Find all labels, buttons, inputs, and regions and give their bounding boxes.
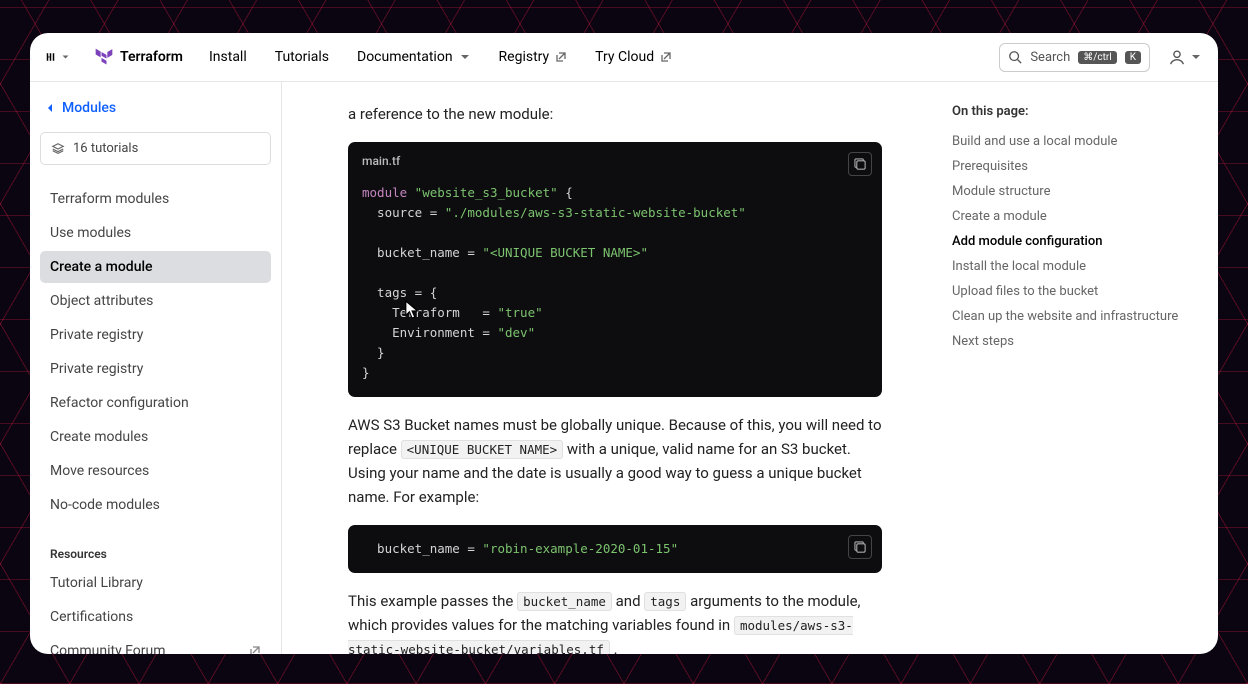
chevron-down-icon xyxy=(459,51,471,63)
intro-text: a reference to the new module: xyxy=(348,102,882,126)
sidebar-resource-item[interactable]: Certifications xyxy=(40,601,271,633)
sidebar-item[interactable]: Terraform modules xyxy=(40,183,271,215)
resources-heading: Resources xyxy=(40,539,271,567)
sidebar-item[interactable]: Private registry xyxy=(40,319,271,351)
code-content: module "website_s3_bucket" { source = ".… xyxy=(348,175,882,397)
table-of-contents: On this page: Build and use a local modu… xyxy=(932,82,1212,654)
nav-documentation[interactable]: Documentation xyxy=(347,49,481,65)
sidebar-item[interactable]: Refactor configuration xyxy=(40,387,271,419)
external-link-icon xyxy=(555,51,567,63)
nav-registry[interactable]: Registry xyxy=(489,49,578,65)
toc-heading: On this page: xyxy=(952,104,1192,119)
toc-item[interactable]: Create a module xyxy=(952,204,1192,229)
code-filename: main.tf xyxy=(348,142,882,175)
sidebar-item[interactable]: No-code modules xyxy=(40,489,271,521)
toc-item[interactable]: Module structure xyxy=(952,179,1192,204)
sidebar-item[interactable]: Move resources xyxy=(40,455,271,487)
copy-code-button[interactable] xyxy=(848,535,872,559)
code-content: bucket_name = "robin-example-2020-01-15" xyxy=(348,525,882,573)
copy-icon xyxy=(854,158,867,171)
user-menu[interactable] xyxy=(1168,48,1202,66)
sidebar-resource-item[interactable]: Community Forum xyxy=(40,635,271,654)
hashicorp-logo-icon xyxy=(46,47,55,67)
toc-item[interactable]: Add module configuration xyxy=(952,229,1192,254)
chevron-left-icon xyxy=(44,102,56,114)
inline-code: tags xyxy=(644,592,686,611)
paragraph-unique-name: AWS S3 Bucket names must be globally uni… xyxy=(348,413,882,509)
external-link-icon xyxy=(660,51,672,63)
sidebar-item[interactable]: Object attributes xyxy=(40,285,271,317)
user-icon xyxy=(1168,48,1186,66)
toc-item[interactable]: Clean up the website and infrastructure xyxy=(952,304,1192,329)
copy-code-button[interactable] xyxy=(848,152,872,176)
terraform-logo-icon xyxy=(94,47,114,67)
layers-icon xyxy=(51,142,65,156)
top-nav: Terraform Install Tutorials Documentatio… xyxy=(30,33,1218,82)
paragraph-args: This example passes the bucket_name and … xyxy=(348,589,882,654)
inline-code: bucket_name xyxy=(517,592,612,611)
main-content-area: a reference to the new module: main.tf m… xyxy=(282,82,1218,654)
chevron-down-icon xyxy=(1190,51,1202,63)
nav-install[interactable]: Install xyxy=(199,49,257,65)
tutorials-count-button[interactable]: 16 tutorials xyxy=(40,132,271,165)
sidebar-resource-item[interactable]: Tutorial Library xyxy=(40,567,271,599)
search-button[interactable]: Search ⌘/ctrl K xyxy=(999,43,1150,72)
toc-item[interactable]: Prerequisites xyxy=(952,154,1192,179)
hashicorp-menu[interactable] xyxy=(46,45,70,69)
chevron-down-icon xyxy=(61,47,70,67)
sidebar: Modules 16 tutorials Terraform modulesUs… xyxy=(30,82,282,654)
nav-try-cloud[interactable]: Try Cloud xyxy=(585,49,682,65)
app-window: Terraform Install Tutorials Documentatio… xyxy=(30,33,1218,654)
code-block-main-tf: main.tf module "website_s3_bucket" { sou… xyxy=(348,142,882,397)
sidebar-item[interactable]: Create a module xyxy=(40,251,271,283)
back-to-modules[interactable]: Modules xyxy=(40,98,271,118)
sidebar-item[interactable]: Use modules xyxy=(40,217,271,249)
toc-item[interactable]: Upload files to the bucket xyxy=(952,279,1192,304)
sidebar-item[interactable]: Create modules xyxy=(40,421,271,453)
toc-item[interactable]: Install the local module xyxy=(952,254,1192,279)
sidebar-item[interactable]: Private registry xyxy=(40,353,271,385)
external-link-icon xyxy=(249,645,261,654)
brand-name: Terraform xyxy=(120,49,183,65)
toc-item[interactable]: Build and use a local module xyxy=(952,129,1192,154)
article-content: a reference to the new module: main.tf m… xyxy=(282,82,932,654)
search-icon xyxy=(1008,50,1022,64)
inline-code: <UNIQUE BUCKET NAME> xyxy=(401,440,564,459)
terraform-brand[interactable]: Terraform xyxy=(94,47,183,67)
code-block-example: bucket_name = "robin-example-2020-01-15" xyxy=(348,525,882,573)
nav-tutorials[interactable]: Tutorials xyxy=(265,49,339,65)
copy-icon xyxy=(854,541,867,554)
toc-item[interactable]: Next steps xyxy=(952,329,1192,354)
